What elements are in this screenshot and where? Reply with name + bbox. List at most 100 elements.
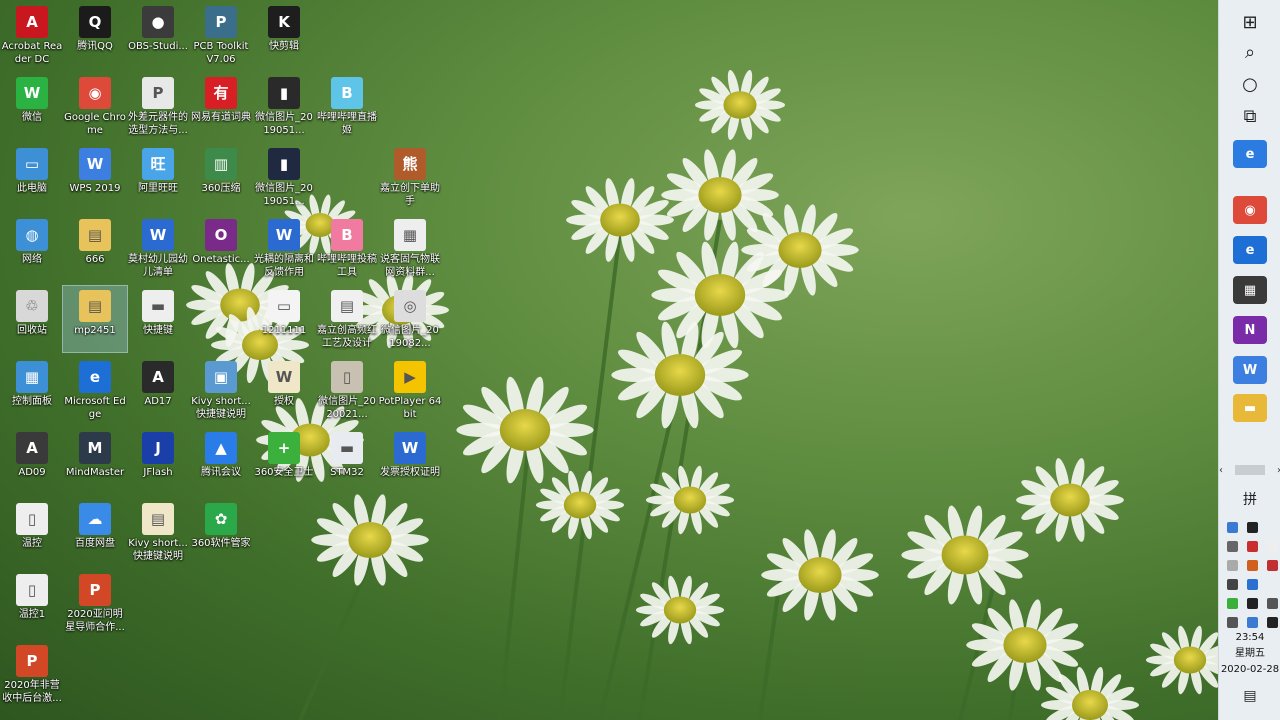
desktop-icon[interactable]: 有网易有道词典: [189, 73, 253, 139]
search-button[interactable]: ⌕: [1231, 36, 1269, 68]
search-tray-icon[interactable]: [1227, 579, 1238, 590]
clock[interactable]: 23:54 星期五 2020-02-28: [1219, 630, 1280, 678]
clock-time: 23:54: [1235, 632, 1265, 643]
clipboard-icon[interactable]: [1267, 541, 1278, 552]
desktop-icon-label: 360安全卫士: [254, 467, 314, 478]
task-view-button[interactable]: ⧉: [1231, 100, 1269, 132]
taskbar-app-wps[interactable]: W: [1233, 356, 1267, 384]
desktop-icon[interactable]: ▤ mp2451: [62, 285, 128, 353]
desktop-icon[interactable]: K 快剪辑: [252, 2, 316, 68]
desktop-icon-label: WPS 2019: [69, 183, 121, 194]
desktop-icon[interactable]: ▥ 360压缩: [189, 144, 253, 210]
obs-icon: ●: [142, 6, 174, 38]
desktop-icon[interactable]: W 发票授权证明: [378, 428, 442, 494]
youdao-icon: 有: [205, 77, 237, 109]
desktop-icon[interactable]: ▣ Kivy short...快捷键说明: [189, 357, 253, 423]
desktop-icon[interactable]: A Acrobat Reader DC: [0, 2, 64, 68]
desktop-icon[interactable]: O Onetastic...: [189, 215, 253, 281]
desktop-icon[interactable]: ▬ 快捷键: [126, 286, 190, 352]
desktop-icon[interactable]: P PCB Toolkit V7.06: [189, 2, 253, 68]
desktop-icon-label: Kivy short...快捷键说明: [128, 538, 188, 562]
desktop-icon[interactable]: J JFlash: [126, 428, 190, 494]
desktop-icon-label: 嘉立创下单助手: [380, 183, 440, 207]
desktop-icon[interactable]: ◍ 网络: [0, 215, 64, 281]
desktop-icon[interactable]: ▭ 1211111: [252, 286, 316, 352]
edge-icon: e: [1245, 242, 1255, 258]
desktop-icon[interactable]: ♲ 回收站: [0, 286, 64, 352]
tray-app-icon[interactable]: [1227, 541, 1238, 552]
desktop-icon[interactable]: ▦ 说客固气物联网资料群...: [378, 215, 442, 281]
qq-penguin-icon: Q: [79, 6, 111, 38]
desktop-icon[interactable]: P 2020亚问明星导师合作...: [63, 570, 127, 636]
desktop-icon[interactable]: A AD09: [0, 428, 64, 494]
desktop-icon[interactable]: Q 腾讯QQ: [63, 2, 127, 68]
desktop-icon[interactable]: ▤ 嘉立创高频红工艺及设计规...: [315, 286, 379, 352]
desktop-icon[interactable]: ▯ 微信图片_2020021...: [315, 357, 379, 423]
wechat-tray-icon[interactable]: [1247, 560, 1258, 571]
taskbar-app-edge[interactable]: e: [1233, 236, 1267, 264]
image-file-icon: ▭: [268, 290, 300, 322]
desktop-icon[interactable]: M MindMaster: [63, 428, 127, 494]
scroll-thumb[interactable]: [1235, 465, 1265, 475]
desktop-icon[interactable]: ▤ 666: [63, 215, 127, 281]
desktop-icon[interactable]: W 莫村幼儿园幼儿清单: [126, 215, 190, 281]
shield-tray-icon[interactable]: [1247, 579, 1258, 590]
battery-icon[interactable]: [1227, 617, 1238, 628]
desktop-icon[interactable]: ▮ 微信图片_2019051...: [252, 144, 316, 210]
desktop-icon[interactable]: ✿ 360软件管家: [189, 499, 253, 565]
desktop-icon[interactable]: P 外差元器件的选型方法与...: [126, 73, 190, 139]
desktop-icon[interactable]: P 2020年非营收中后台激...: [0, 641, 64, 707]
desktop-icon[interactable]: ☁ 百度网盘: [63, 499, 127, 565]
desktop-icon[interactable]: ▤ Kivy short...快捷键说明: [126, 499, 190, 565]
desktop-icon[interactable]: ◎ 微信图片_2019082...: [378, 286, 442, 352]
desktop-icon[interactable]: B 哔哩哔哩直播姬: [315, 73, 379, 139]
bilibili-upload-icon: B: [331, 219, 363, 251]
keyboard-icon[interactable]: [1247, 522, 1258, 533]
image-file-icon: ▬: [331, 432, 363, 464]
desktop-icon[interactable]: ▭ 此电脑: [0, 144, 64, 210]
defender-tray-icon[interactable]: [1247, 598, 1258, 609]
desktop-icon[interactable]: ▲ 腾讯会议: [189, 428, 253, 494]
cortana-button[interactable]: ○: [1231, 68, 1269, 100]
taskbar-app-chrome[interactable]: ◉: [1233, 196, 1267, 224]
desktop-icon[interactable]: 熊嘉立创下单助手: [378, 144, 442, 210]
desktop-icon[interactable]: ◉ Google Chrome: [63, 73, 127, 139]
start-button[interactable]: ⊞: [1231, 6, 1269, 38]
desktop-icon[interactable]: 旺阿里旺旺: [126, 144, 190, 210]
windows-logo-icon: ⊞: [1242, 11, 1258, 33]
volume-icon[interactable]: [1267, 617, 1278, 628]
aliwangwang-icon: 旺: [142, 148, 174, 180]
taskbar-app-ie[interactable]: e: [1233, 140, 1267, 168]
jflash-icon: J: [142, 432, 174, 464]
desktop-icon[interactable]: W WPS 2019: [63, 144, 127, 210]
battery-tray-icon[interactable]: [1267, 560, 1278, 571]
desktop-icon[interactable]: ▮ 微信图片_2019051...: [252, 73, 316, 139]
qq-tray-icon[interactable]: [1227, 560, 1238, 571]
desktop-icon[interactable]: ▦ 控制面板: [0, 357, 64, 423]
desktop-icon[interactable]: ▯ 温控: [0, 499, 64, 565]
desktop-icon[interactable]: W 授权: [252, 357, 316, 423]
taskbar-app-calculator[interactable]: ▦: [1233, 276, 1267, 304]
desktop-icon[interactable]: ● OBS-Studi...: [126, 2, 190, 68]
pc-tray-icon[interactable]: [1227, 598, 1238, 609]
action-center-icon[interactable]: ▤: [1231, 680, 1269, 712]
input-method-icon[interactable]: 拼: [1233, 488, 1267, 510]
desktop-icon[interactable]: W 光耦的隔离和反馈作用: [252, 215, 316, 281]
desktop-icon[interactable]: B 哔哩哔哩投稿工具: [315, 215, 379, 281]
desktop-icon[interactable]: e Microsoft Edge: [63, 357, 127, 423]
desktop-icon[interactable]: W 微信: [0, 73, 64, 139]
taskbar-app-explorer[interactable]: ▬: [1233, 394, 1267, 422]
microphone-icon[interactable]: [1247, 541, 1258, 552]
scroll-left-icon[interactable]: ‹: [1219, 465, 1223, 476]
desktop-icon[interactable]: ▯ 温控1: [0, 570, 64, 636]
input-method-icon[interactable]: [1227, 522, 1238, 533]
wifi-icon[interactable]: [1247, 617, 1258, 628]
desktop-icon[interactable]: A AD17: [126, 357, 190, 423]
taskbar-scrollbar[interactable]: ‹ ›: [1219, 462, 1280, 478]
calculator-icon: ▦: [1243, 282, 1257, 298]
desktop-icon[interactable]: +360安全卫士: [252, 428, 316, 494]
desktop-icon[interactable]: ▶ PotPlayer 64 bit: [378, 357, 442, 423]
360-tray-icon[interactable]: [1267, 598, 1278, 609]
desktop-icon[interactable]: ▬ STM32: [315, 428, 379, 494]
taskbar-app-onenote[interactable]: N: [1233, 316, 1267, 344]
